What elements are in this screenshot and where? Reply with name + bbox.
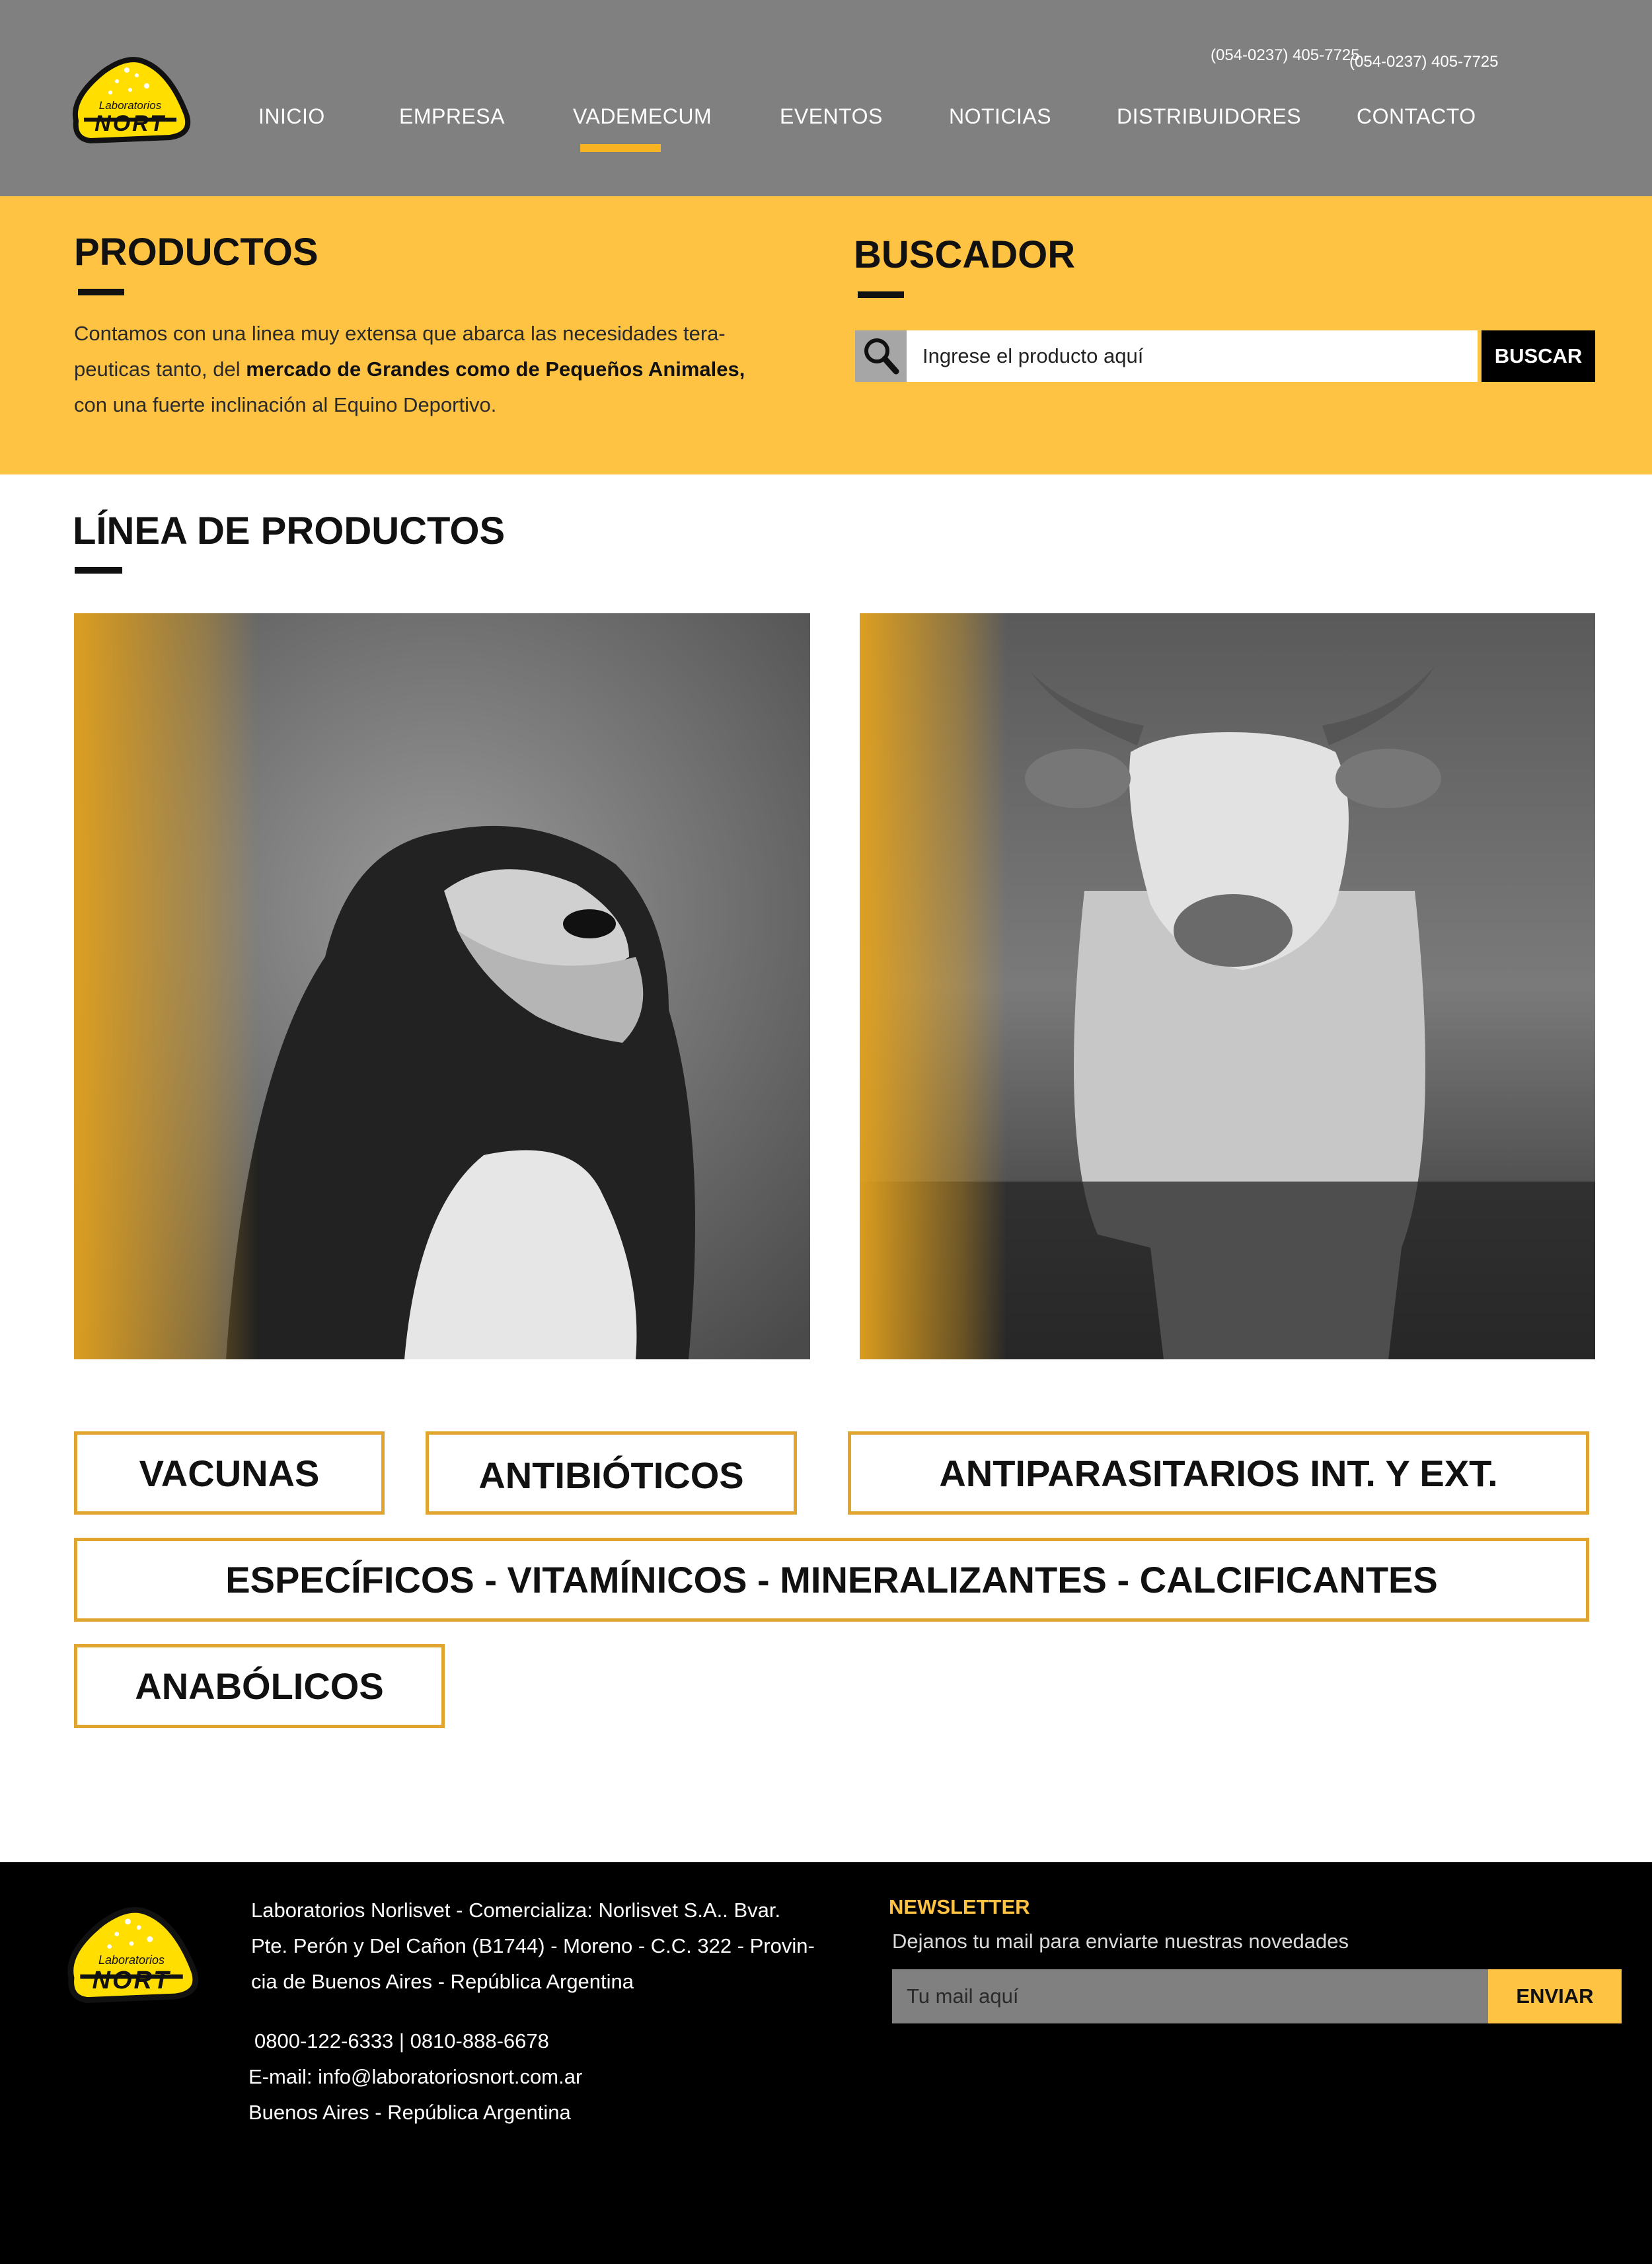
buscador-title-dash: [858, 291, 904, 298]
site-footer: [0, 1862, 1652, 2264]
nav-noticias[interactable]: NOTICIAS: [949, 104, 1051, 129]
linea-title: LÍNEA DE PRODUCTOS: [73, 509, 506, 552]
newsletter-subtitle: Dejanos tu mail para enviarte nuestras n…: [892, 1930, 1349, 1953]
footer-logo-top-text: Laboratorios: [98, 1953, 165, 1967]
active-nav-indicator: [580, 144, 661, 152]
nav-eventos[interactable]: EVENTOS: [780, 104, 883, 129]
productos-text-line-3: con una fuerte inclinación al Equino Dep…: [74, 393, 497, 416]
enviar-button[interactable]: ENVIAR: [1488, 1969, 1622, 2023]
nort-logo[interactable]: Laboratorios NORT: [64, 52, 196, 151]
nav-inicio[interactable]: INICIO: [258, 104, 325, 129]
footer-logo-brand: NORT: [92, 1967, 171, 1994]
footer-location: Buenos Aires - República Argentina: [248, 2101, 571, 2124]
linea-title-dash: [75, 567, 122, 574]
dog-photo[interactable]: [74, 613, 810, 1359]
productos-text-line-1: Contamos con una linea muy extensa que a…: [74, 322, 726, 345]
nav-distribuidores[interactable]: DISTRIBUIDORES: [1117, 104, 1301, 129]
search-icon[interactable]: [855, 330, 907, 382]
productos-text-2a: peuticas tanto, del: [74, 358, 246, 381]
buscador-title: BUSCADOR: [854, 233, 1076, 276]
nav-vademecum[interactable]: VADEMECUM: [573, 104, 712, 129]
newsletter-email-input[interactable]: [892, 1969, 1488, 2023]
search-input[interactable]: [907, 330, 1478, 382]
footer-address-line-2: Pte. Perón y Del Cañon (B1744) - Moreno …: [251, 1934, 815, 1957]
nav-contacto[interactable]: CONTACTO: [1357, 104, 1476, 129]
footer-email[interactable]: E-mail: info@laboratoriosnort.com.ar: [248, 2059, 582, 2095]
footer-address-line-3: cia de Buenos Aires - República Argentin…: [251, 1970, 634, 1993]
nav-empresa[interactable]: EMPRESA: [399, 104, 505, 129]
site-header: Laboratorios NORT (054-0237) 405-7725 (0…: [0, 0, 1652, 196]
footer-nort-logo[interactable]: Laboratorios NORT: [58, 1901, 205, 2012]
logo-brand: NORT: [94, 111, 166, 136]
phone-number: (054-0237) 405-7725: [1211, 46, 1360, 64]
newsletter-title: NEWSLETTER: [889, 1895, 1030, 1918]
cow-photo[interactable]: [860, 613, 1595, 1359]
productos-description: Contamos con una linea muy extensa que a…: [74, 316, 821, 423]
productos-text-line-2: peuticas tanto, del mercado de Grandes c…: [74, 352, 821, 387]
category-antiparasitarios[interactable]: ANTIPARASITARIOS INT. Y EXT.: [848, 1431, 1589, 1515]
productos-text-2b: mercado de Grandes como de Pequeños Anim…: [246, 358, 745, 381]
buscar-button[interactable]: BUSCAR: [1482, 330, 1595, 382]
productos-title-dash: [78, 289, 124, 295]
logo-top-text: Laboratorios: [98, 99, 162, 112]
productos-title: PRODUCTOS: [74, 231, 319, 274]
category-antibioticos[interactable]: ANTIBIÓTICOS: [426, 1431, 797, 1515]
category-vacunas[interactable]: VACUNAS: [74, 1431, 385, 1515]
footer-phones: 0800-122-6333 | 0810-888-6678: [254, 2029, 549, 2053]
footer-address-line-1: Laboratorios Norlisvet - Comercializa: N…: [251, 1899, 781, 1922]
category-especificos[interactable]: ESPECÍFICOS - VITAMÍNICOS - MINERALIZANT…: [74, 1538, 1589, 1622]
category-anabolicos[interactable]: ANABÓLICOS: [74, 1644, 445, 1728]
phone-number-duplicate: (054-0237) 405-7725: [1349, 53, 1499, 71]
